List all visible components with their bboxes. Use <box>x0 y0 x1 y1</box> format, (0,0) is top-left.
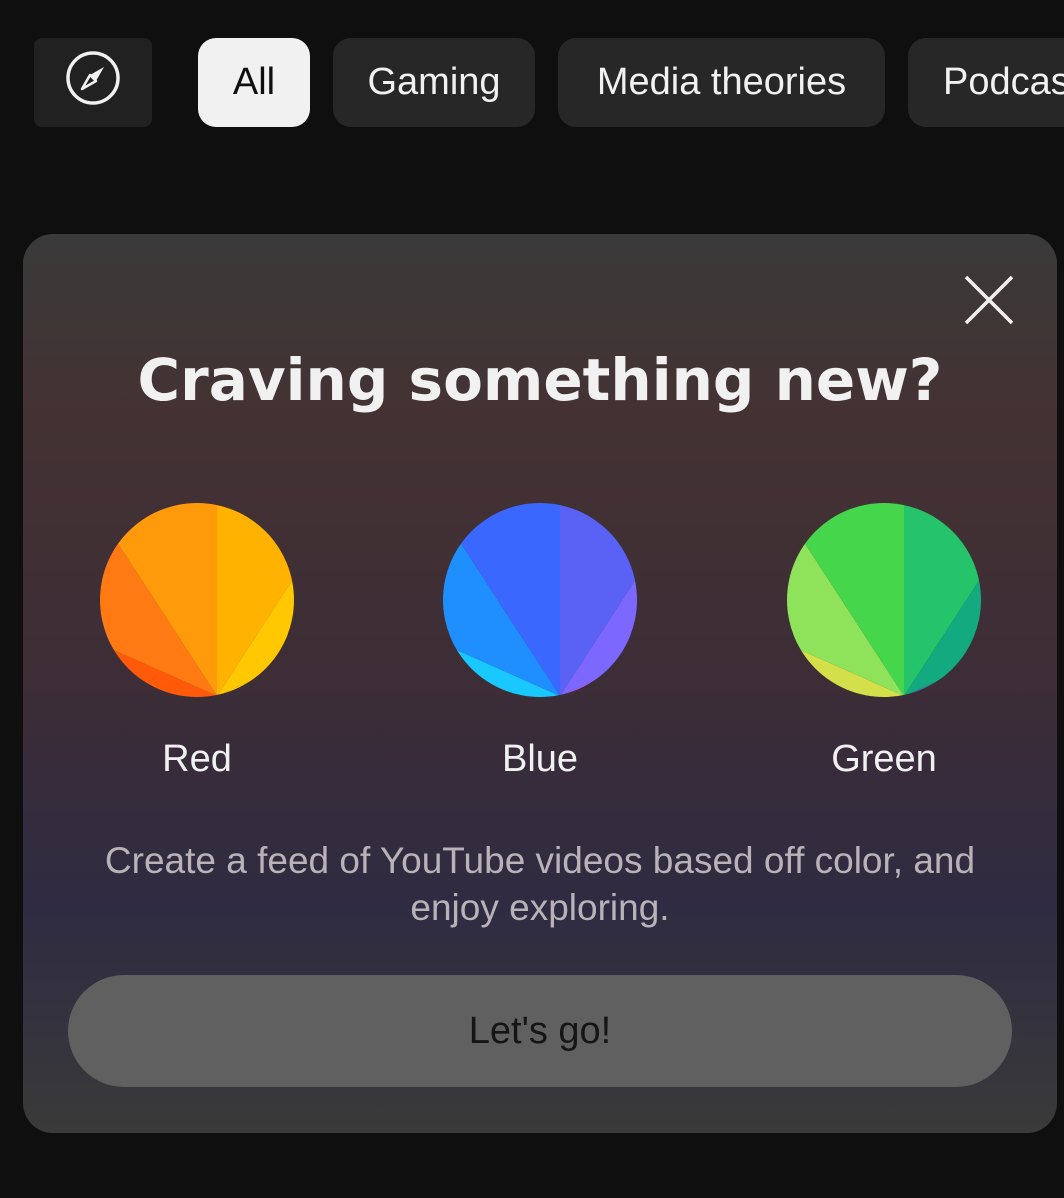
green-color-wheel-icon <box>787 503 981 697</box>
filter-chip-bar: All Gaming Media theories Podcasts <box>0 38 1064 127</box>
color-option-label: Blue <box>501 738 579 780</box>
color-option-blue[interactable]: Blue <box>442 500 638 781</box>
color-option-green[interactable]: Green <box>786 500 982 781</box>
color-option-red[interactable]: Red <box>99 500 295 781</box>
red-color-wheel-icon <box>100 503 294 697</box>
promo-description: Create a feed of YouTube videos based of… <box>104 840 976 928</box>
promo-title: Craving something new? <box>137 346 943 414</box>
color-option-label: Green <box>831 738 937 780</box>
close-icon <box>963 274 1015 331</box>
explore-button[interactable] <box>34 38 152 127</box>
color-option-label: Red <box>162 738 232 780</box>
lets-go-button[interactable]: Let's go! <box>68 975 1012 1087</box>
color-feed-promo-card: Craving something new? Red Blue Green Cr… <box>23 234 1057 1133</box>
chip-all[interactable]: All <box>198 38 310 127</box>
chip-media-theories[interactable]: Media theories <box>558 38 885 127</box>
blue-color-wheel-icon <box>443 503 637 697</box>
compass-icon <box>64 49 122 117</box>
chip-gaming[interactable]: Gaming <box>333 38 535 127</box>
close-button[interactable] <box>961 274 1017 330</box>
chip-podcasts[interactable]: Podcasts <box>908 38 1064 127</box>
